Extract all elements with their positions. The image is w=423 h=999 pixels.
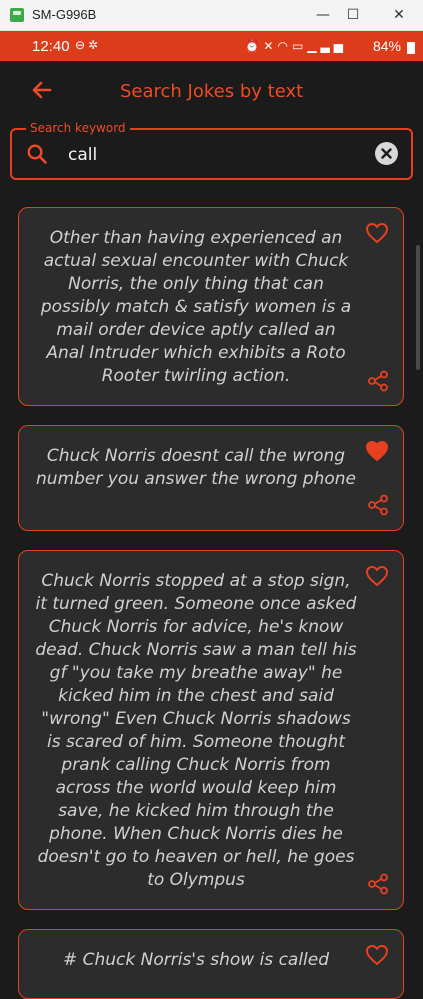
joke-text: Chuck Norris stopped at a stop sign, it …: [35, 571, 357, 890]
share-button[interactable]: [367, 873, 389, 895]
arrow-left-icon: [32, 81, 52, 99]
favorite-button[interactable]: [365, 222, 389, 244]
share-button[interactable]: [367, 370, 389, 392]
joke-card[interactable]: # Chuck Norris's show is called: [18, 929, 404, 999]
mute-icon: ✕: [263, 39, 278, 53]
search-icon: [27, 144, 47, 164]
close-window-button[interactable]: ✕: [379, 0, 419, 30]
signal-icon: ▁▃▅: [307, 39, 347, 53]
search-label: Search keyword: [26, 121, 130, 135]
maximize-button[interactable]: ☐: [333, 0, 373, 30]
joke-card[interactable]: Chuck Norris stopped at a stop sign, it …: [18, 550, 404, 910]
volte-icon: ▭: [291, 39, 308, 53]
status-time: 12:40: [32, 38, 70, 55]
favorite-button[interactable]: [365, 565, 389, 587]
minimize-icon: —: [316, 7, 330, 23]
joke-text: Chuck Norris doesnt call the wrong numbe…: [36, 446, 356, 489]
favorite-button[interactable]: [365, 440, 389, 462]
share-icon: [368, 873, 388, 895]
page-title: Search Jokes by text: [120, 81, 304, 102]
settings-icon: ✲: [88, 38, 102, 52]
clear-icon: [381, 148, 392, 159]
share-icon: [368, 370, 388, 392]
joke-card[interactable]: Chuck Norris doesnt call the wrong numbe…: [18, 425, 404, 531]
search-input[interactable]: [66, 141, 370, 169]
heart-filled-icon: [366, 441, 388, 461]
clear-search-button[interactable]: [375, 142, 398, 165]
app-bar: Search Jokes by text: [0, 61, 423, 121]
joke-card[interactable]: Other than having experienced an actual …: [18, 207, 404, 406]
maximize-icon: ☐: [346, 7, 360, 23]
app-icon: [10, 8, 24, 22]
wifi-icon: ◠: [277, 39, 292, 53]
back-button[interactable]: [22, 75, 62, 107]
heart-outline-icon: [366, 566, 388, 586]
window-title: SM-G996B: [32, 7, 97, 22]
window-title-bar: SM-G996B — ☐ ✕: [0, 0, 423, 31]
scrollbar-thumb[interactable]: [416, 245, 420, 370]
joke-text: Other than having experienced an actual …: [40, 228, 352, 386]
battery-percent: 84%: [372, 38, 401, 54]
notification-icon: ⊖: [75, 38, 89, 52]
system-status-icons: ⏰✕◠▭▁▃▅: [244, 39, 347, 53]
notification-icons: ⊖✲: [75, 38, 101, 52]
close-icon: ✕: [393, 7, 405, 23]
share-icon: [368, 494, 388, 516]
joke-text: # Chuck Norris's show is called: [62, 950, 330, 970]
search-field[interactable]: Search keyword: [10, 121, 413, 180]
battery-icon: [407, 42, 415, 54]
heart-outline-icon: [366, 223, 388, 243]
share-button[interactable]: [367, 494, 389, 516]
favorite-button[interactable]: [365, 944, 389, 966]
alarm-icon: ⏰: [244, 39, 264, 53]
status-bar: 12:40 ⊖✲ ⏰✕◠▭▁▃▅ 84%: [0, 31, 423, 61]
heart-outline-icon: [366, 945, 388, 965]
